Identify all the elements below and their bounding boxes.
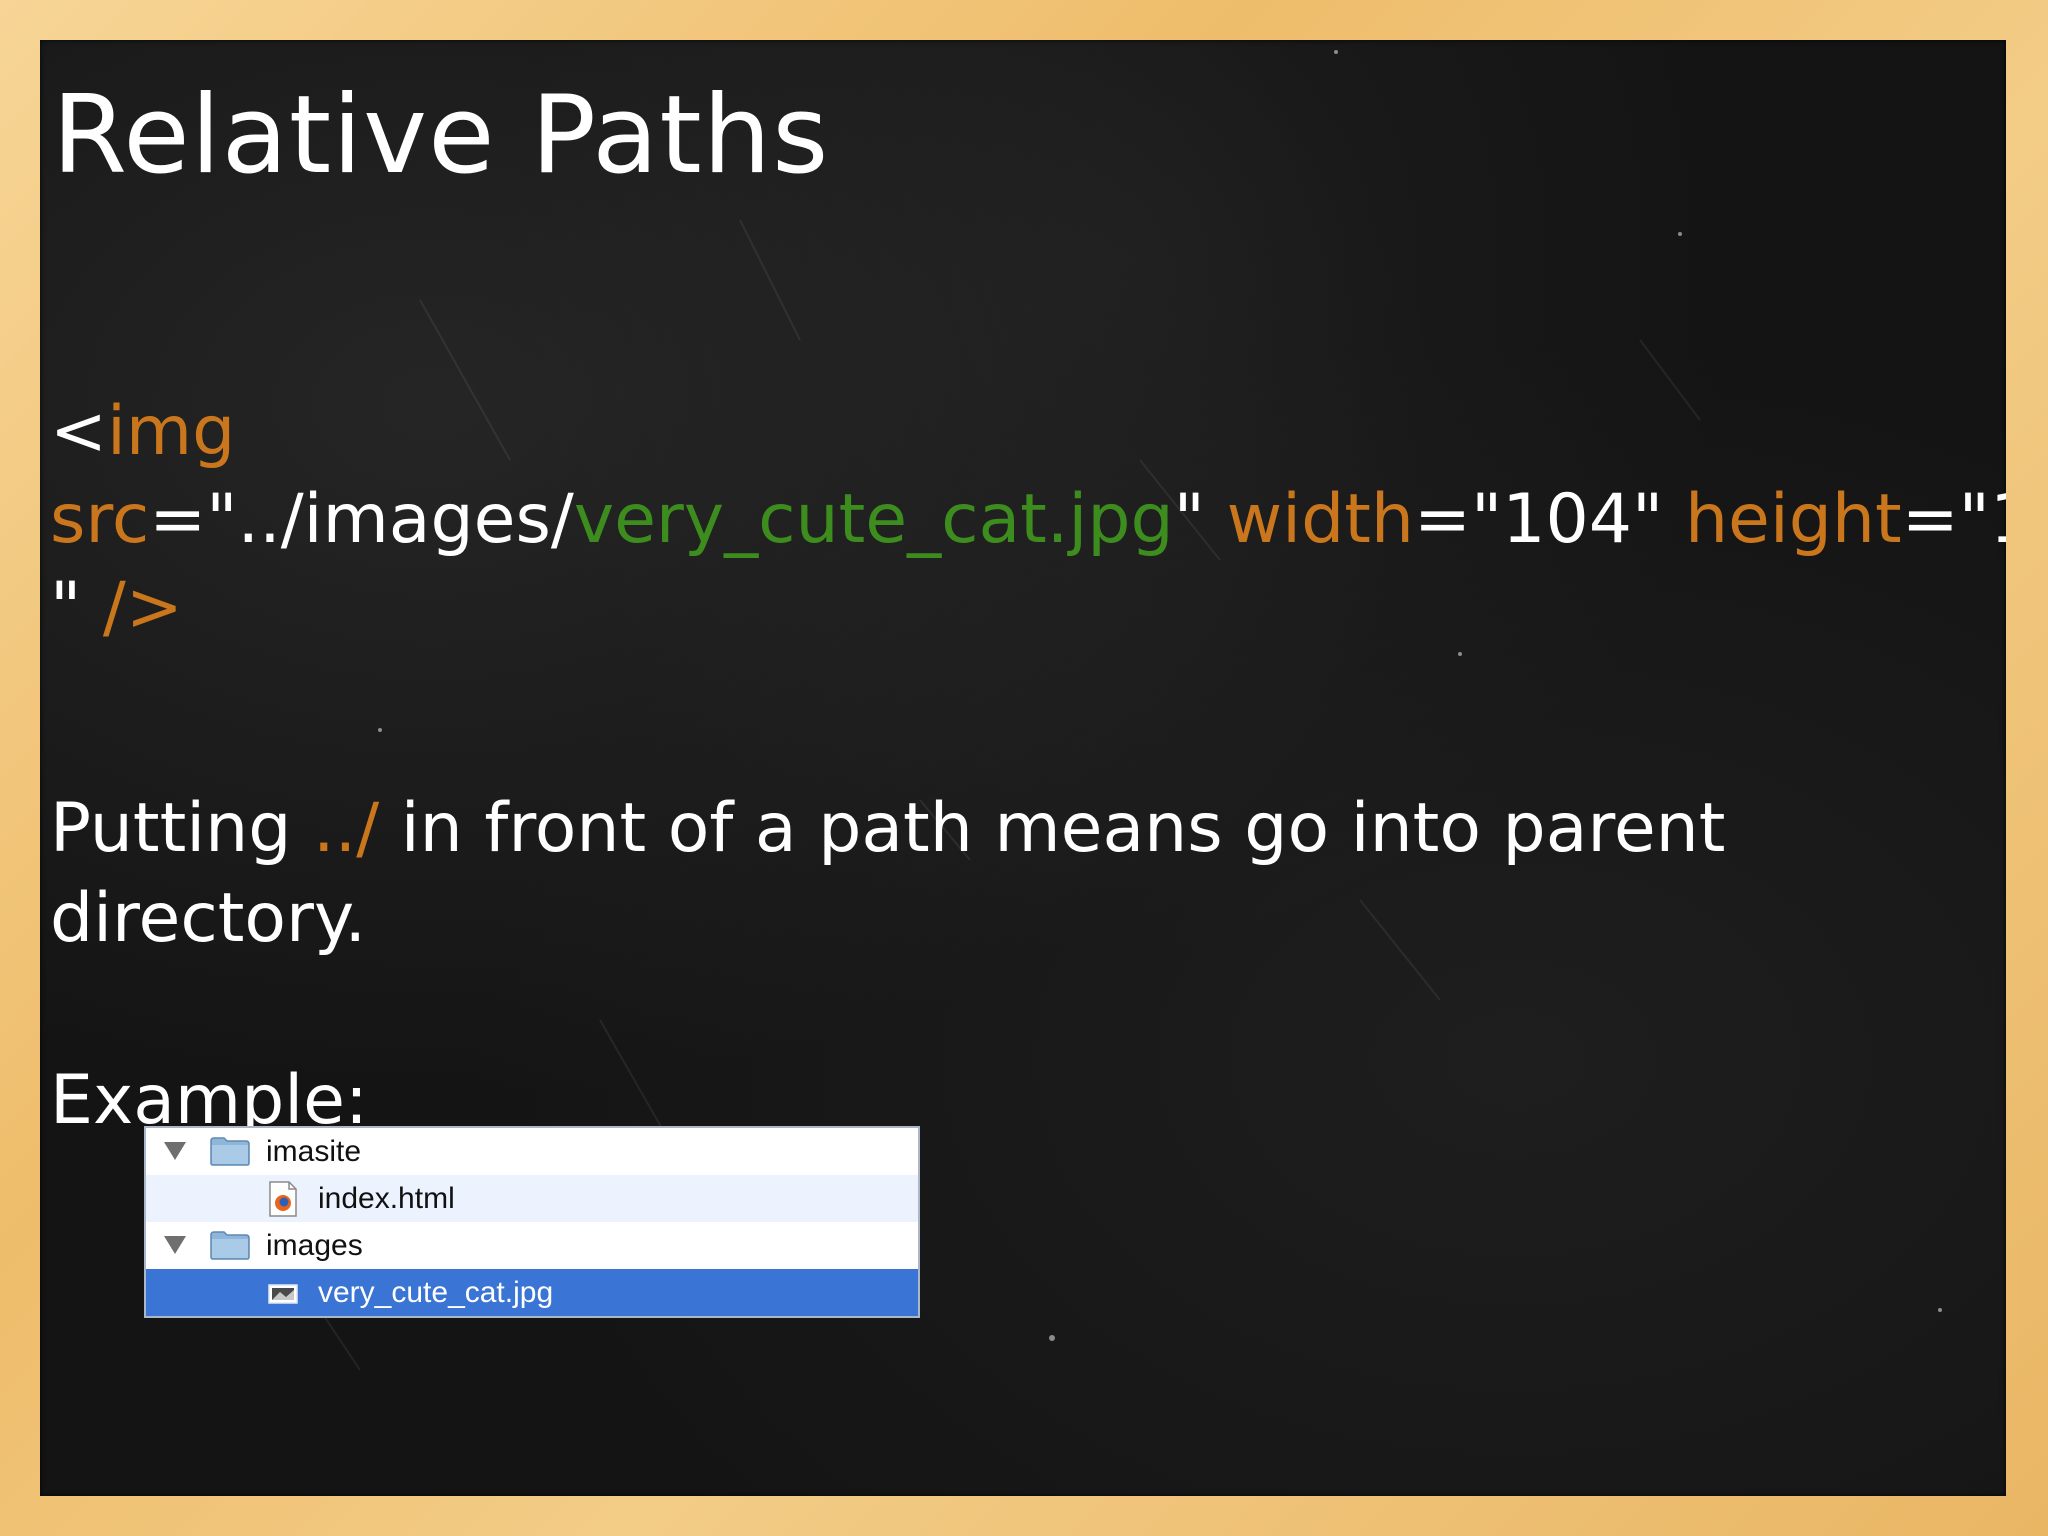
explanation-highlight: ../ [313, 789, 380, 868]
code-token-close: /> [102, 568, 183, 647]
image-document-icon [268, 1284, 298, 1304]
code-token: ="../images/ [149, 480, 574, 559]
tree-label: very_cute_cat.jpg [318, 1276, 554, 1309]
explanation-line-1: Putting ../ in front of a path means go … [50, 784, 1950, 874]
code-token: ="142 [1901, 480, 2006, 559]
code-line-1: <img [50, 388, 1980, 476]
finder-file-tree: imasite index.html images very_cute_cat.… [144, 1126, 920, 1318]
slide-title: Relative Paths [52, 73, 830, 198]
code-token-attr-height: height [1684, 480, 1902, 559]
chalkboard: Relative Paths <img src="../images/very_… [40, 40, 2006, 1496]
code-token-tag: img [106, 392, 236, 471]
code-token: < [50, 392, 107, 471]
tree-label: index.html [318, 1182, 455, 1215]
tree-row-very-cute-cat-selected[interactable]: very_cute_cat.jpg [146, 1269, 918, 1316]
tree-row-imasite[interactable]: imasite [146, 1128, 918, 1175]
code-token-attr-width: width [1226, 480, 1414, 559]
firefox-document-icon [269, 1181, 297, 1217]
disclosure-triangle-icon[interactable] [164, 1142, 186, 1160]
code-line-3: " /> [50, 564, 1980, 652]
code-token: " [50, 568, 103, 647]
explanation-after: in front of a path means go into parent [379, 789, 1726, 868]
tree-row-images[interactable]: images [146, 1222, 918, 1269]
explanation-line-2: directory. [50, 879, 367, 958]
code-line-2: src="../images/very_cute_cat.jpg" width=… [50, 476, 2006, 564]
tree-label: imasite [266, 1135, 362, 1168]
tree-row-index-html[interactable]: index.html [146, 1175, 918, 1222]
code-token: ="104" [1414, 480, 1685, 559]
explanation-before: Putting [50, 789, 314, 868]
code-token: " [1173, 480, 1227, 559]
folder-icon [210, 1137, 250, 1166]
explanation-text: Putting ../ in front of a path means go … [50, 784, 1950, 964]
code-snippet: <img src="../images/very_cute_cat.jpg" w… [50, 388, 2006, 652]
code-token-attr-src: src [50, 480, 150, 559]
disclosure-triangle-icon[interactable] [164, 1236, 186, 1254]
chalkboard-frame: Relative Paths <img src="../images/very_… [0, 0, 2048, 1536]
folder-icon [210, 1231, 250, 1260]
tree-label: images [266, 1229, 363, 1262]
code-token-filename: very_cute_cat.jpg [573, 480, 1174, 559]
